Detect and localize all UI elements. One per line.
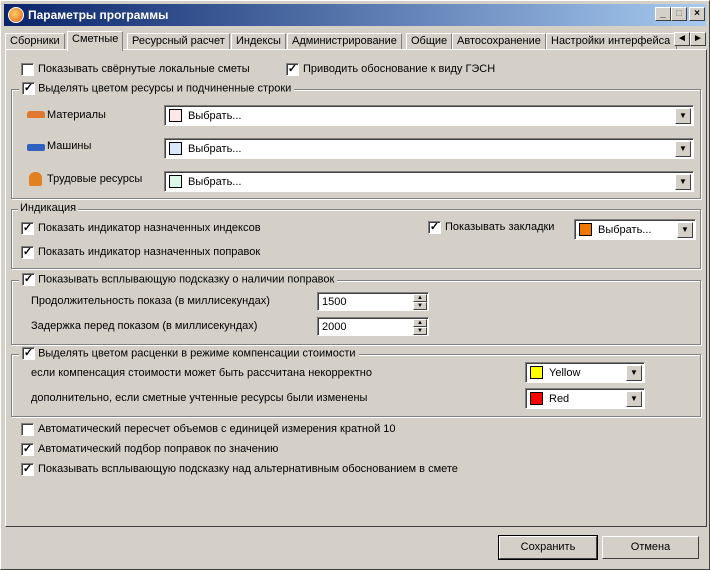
indexes-indicator-checkbox[interactable]: ✓ [21,222,34,235]
dropdown-arrow-icon[interactable]: ▼ [626,365,642,381]
tab-autosave[interactable]: Автосохранение [452,33,546,50]
cancel-button[interactable]: Отмена [602,536,699,559]
gesn-checkbox[interactable]: ✓ [286,63,299,76]
combo-value: Выбрать... [188,143,242,155]
color-swatch [530,366,543,379]
spin-down-icon[interactable]: ▼ [413,302,427,310]
title-bar: Параметры программы _ □ × [4,4,706,26]
tab-sborniki[interactable]: Сборники [5,33,65,50]
spin-up-icon[interactable]: ▲ [413,319,427,327]
labor-color-combo[interactable]: Выбрать... ▼ [164,171,694,192]
corrections-indicator-checkbox[interactable]: ✓ [21,246,34,259]
color-swatch [579,223,592,236]
compensation-checkbox[interactable]: ✓ [22,347,35,360]
bookmarks-color-combo[interactable]: Выбрать... ▼ [574,219,696,240]
app-icon [8,7,24,23]
color-swatch [530,392,543,405]
tooltip-group-label: Показывать всплывающую подсказку о налич… [38,273,335,286]
gesn-label: Приводить обоснование к виду ГЭСН [303,63,496,75]
combo-value: Выбрать... [598,224,652,236]
machines-color-combo[interactable]: Выбрать... ▼ [164,138,694,159]
tab-resource-calc[interactable]: Ресурсный расчет [127,33,230,50]
duration-label: Продолжительность показа (в миллисекунда… [31,295,270,307]
spinner-value: 1500 [322,296,347,308]
auto-recalc-checkbox[interactable] [21,423,34,436]
window-title: Параметры программы [28,8,169,22]
compensation-row1-label: если компенсация стоимости может быть ра… [31,367,372,379]
materials-color-combo[interactable]: Выбрать... ▼ [164,105,694,126]
spin-up-icon[interactable]: ▲ [413,294,427,302]
save-button[interactable]: Сохранить [498,535,598,560]
combo-value: Red [549,393,570,405]
indication-title: Индикация [18,202,79,214]
auto-corrections-label: Автоматический подбор поправок по значен… [38,443,279,455]
close-button[interactable]: × [689,7,705,21]
color-group-label: Выделять цветом ресурсы и подчиненные ст… [38,82,292,95]
delay-label: Задержка перед показом (в миллисекундах) [31,320,258,332]
spin-down-icon[interactable]: ▼ [413,327,427,335]
combo-value: Выбрать... [188,110,242,122]
alt-tooltip-checkbox[interactable]: ✓ [21,463,34,476]
bricks-icon [27,111,45,118]
indexes-indicator-label: Показать индикатор назначенных индексов [38,222,261,234]
combo-value: Yellow [549,367,581,379]
tab-indexes[interactable]: Индексы [231,33,286,50]
tab-interface-settings[interactable]: Настройки интерфейса [546,33,677,50]
materials-label: Материалы [47,109,106,121]
tab-general[interactable]: Общие [406,33,453,50]
delay-spinner[interactable]: 2000 ▲ ▼ [317,317,429,336]
corrections-indicator-label: Показать индикатор назначенных поправок [38,246,261,258]
tab-smetnye[interactable]: Сметные [67,31,124,51]
compensation-row2-label: дополнительно, если сметные учтенные рес… [31,392,368,404]
tab-bar: Сборники Сметные Ресурсный расчет Индекс… [5,31,706,51]
tab-scroll-left-button[interactable]: ◄ [674,32,690,46]
labor-label: Трудовые ресурсы [47,173,143,185]
dropdown-arrow-icon[interactable]: ▼ [675,174,691,190]
compensation-row1-combo[interactable]: Yellow ▼ [525,362,645,383]
truck-icon [27,144,45,151]
settings-window: Параметры программы _ □ × Сборники Сметн… [0,0,710,570]
bookmarks-checkbox[interactable]: ✓ [428,221,441,234]
auto-corrections-checkbox[interactable]: ✓ [21,443,34,456]
alt-tooltip-label: Показывать всплывающую подсказку над аль… [38,463,458,475]
minimize-button[interactable]: _ [655,7,671,21]
combo-value: Выбрать... [188,176,242,188]
show-collapsed-checkbox[interactable] [21,63,34,76]
color-swatch [169,175,182,188]
duration-spinner[interactable]: 1500 ▲ ▼ [317,292,429,311]
machines-label: Машины [47,140,92,152]
dropdown-arrow-icon[interactable]: ▼ [675,141,691,157]
color-swatch [169,142,182,155]
dropdown-arrow-icon[interactable]: ▼ [677,222,693,238]
maximize-button[interactable]: □ [671,7,687,21]
show-collapsed-label: Показывать свёрнутые локальные сметы [38,63,250,75]
tab-administration[interactable]: Администрирование [287,33,402,50]
tooltip-group-checkbox[interactable]: ✓ [22,273,35,286]
bookmarks-label: Показывать закладки [445,221,555,233]
compensation-label: Выделять цветом расценки в режиме компен… [38,347,356,360]
compensation-row2-combo[interactable]: Red ▼ [525,388,645,409]
dropdown-arrow-icon[interactable]: ▼ [626,391,642,407]
color-swatch [169,109,182,122]
tab-scroll-right-button[interactable]: ► [690,32,706,46]
color-group-checkbox[interactable]: ✓ [22,82,35,95]
auto-recalc-label: Автоматический пересчет объемов с единиц… [38,423,396,435]
worker-icon [29,172,42,186]
dropdown-arrow-icon[interactable]: ▼ [675,108,691,124]
spinner-value: 2000 [322,321,347,333]
